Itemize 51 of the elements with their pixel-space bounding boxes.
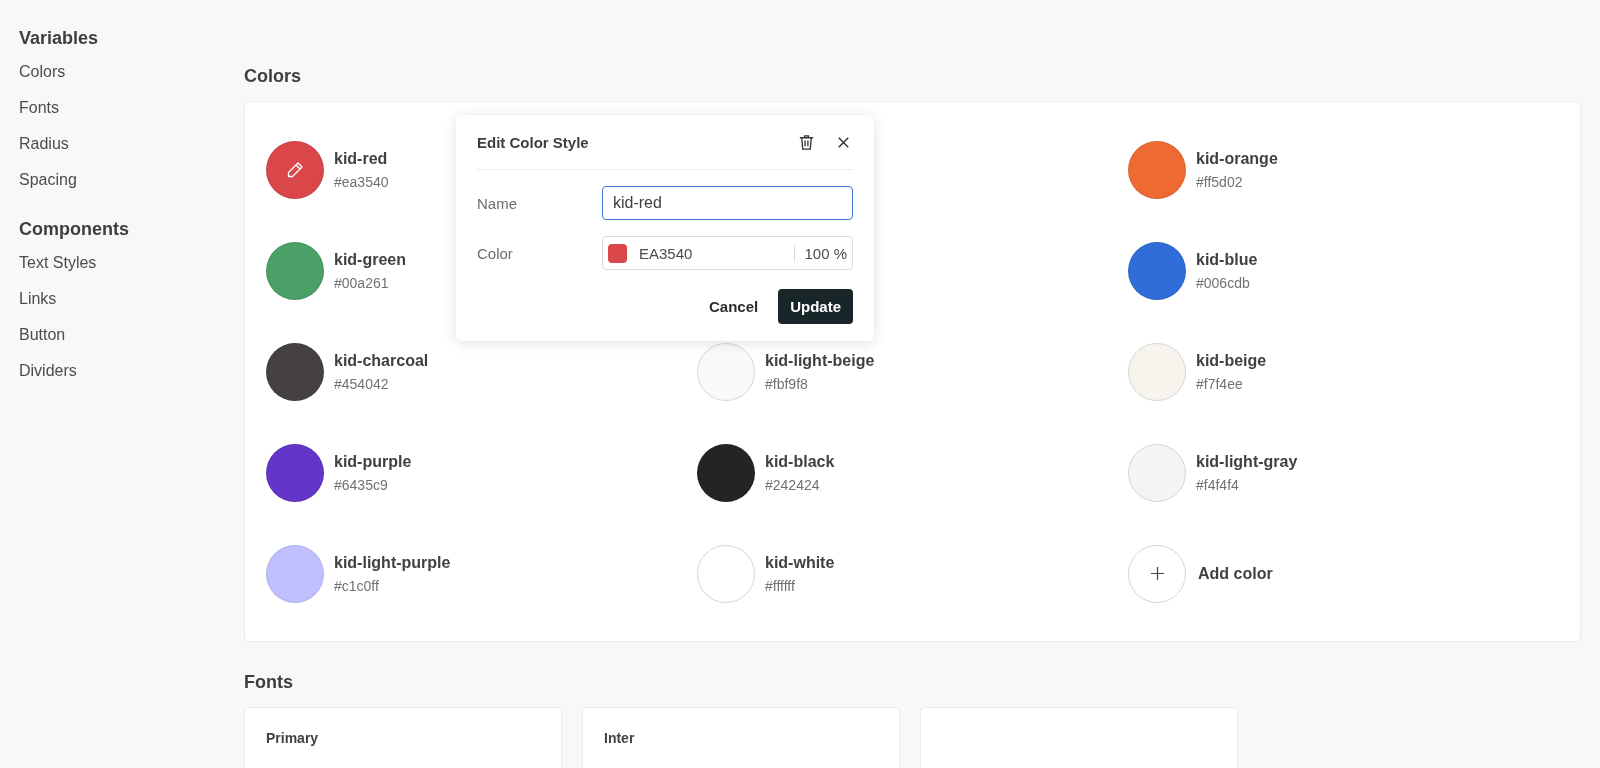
color-hex: #ea3540 bbox=[334, 173, 389, 190]
dialog-title: Edit Color Style bbox=[477, 133, 590, 151]
color-name: kid-light-beige bbox=[765, 351, 875, 370]
color-hex: #c1c0ff bbox=[334, 577, 380, 594]
sidebar-item[interactable]: Links bbox=[19, 288, 244, 324]
color-hex: #00a261 bbox=[334, 274, 390, 291]
color-name: kid-red bbox=[334, 149, 389, 168]
color-hex: #ff5d02 bbox=[1196, 173, 1244, 190]
color-hex: #6435c9 bbox=[334, 476, 389, 493]
color-name: kid-blue bbox=[1196, 250, 1258, 269]
add-color-label[interactable]: Add color bbox=[1198, 564, 1273, 583]
color-name: kid-charcoal bbox=[334, 351, 429, 370]
color-swatch[interactable] bbox=[608, 243, 627, 263]
color-hex: #f4f4f4 bbox=[1196, 476, 1240, 493]
sidebar-item[interactable]: Colors bbox=[19, 61, 244, 97]
sidebar-item[interactable]: Fonts bbox=[19, 97, 244, 133]
color-hex: #ffffff bbox=[765, 577, 796, 594]
color-hex: #454042 bbox=[334, 375, 390, 392]
name-label: Name bbox=[477, 194, 518, 212]
hex-value: EA3540 bbox=[639, 244, 694, 262]
plus-icon bbox=[1149, 566, 1165, 581]
trash-icon[interactable] bbox=[797, 132, 816, 152]
color-name: kid-light-gray bbox=[1196, 452, 1298, 471]
font-label: Primary bbox=[266, 730, 320, 746]
color-name: kid-light-purple bbox=[334, 553, 451, 572]
color-hex: #f7f4ee bbox=[1196, 375, 1244, 392]
sidebar-item[interactable]: Dividers bbox=[19, 360, 244, 396]
section-heading: Colors bbox=[244, 66, 302, 87]
color-hex: #242424 bbox=[765, 476, 821, 493]
color-name: kid-beige bbox=[1196, 351, 1267, 370]
font-label: Inter bbox=[604, 730, 636, 746]
color-name: kid-orange bbox=[1196, 149, 1278, 168]
color-hex: #006cdb bbox=[1196, 274, 1251, 291]
update-button[interactable]: Update bbox=[778, 289, 853, 324]
sidebar-heading: Components bbox=[19, 219, 130, 240]
cancel-button[interactable]: Cancel bbox=[698, 289, 769, 324]
sidebar-item[interactable]: Text Styles bbox=[19, 252, 244, 288]
color-name: kid-green bbox=[334, 250, 406, 269]
color-name: kid-purple bbox=[334, 452, 412, 471]
sidebar-item[interactable]: Radius bbox=[19, 133, 244, 169]
color-name: kid-white bbox=[765, 553, 835, 572]
sidebar-item[interactable]: Spacing bbox=[19, 169, 244, 205]
color-hex: #fbf9f8 bbox=[765, 375, 809, 392]
sidebar-item[interactable]: Button bbox=[19, 324, 244, 360]
section-heading: Fonts bbox=[244, 672, 294, 693]
opacity-value: 100 % bbox=[794, 244, 847, 262]
color-name: kid-black bbox=[765, 452, 835, 471]
color-label: Color bbox=[477, 244, 514, 262]
name-field[interactable]: kid-red bbox=[602, 186, 853, 220]
sidebar-heading: Variables bbox=[19, 28, 100, 49]
color-field[interactable]: EA3540 100 % bbox=[602, 236, 853, 270]
